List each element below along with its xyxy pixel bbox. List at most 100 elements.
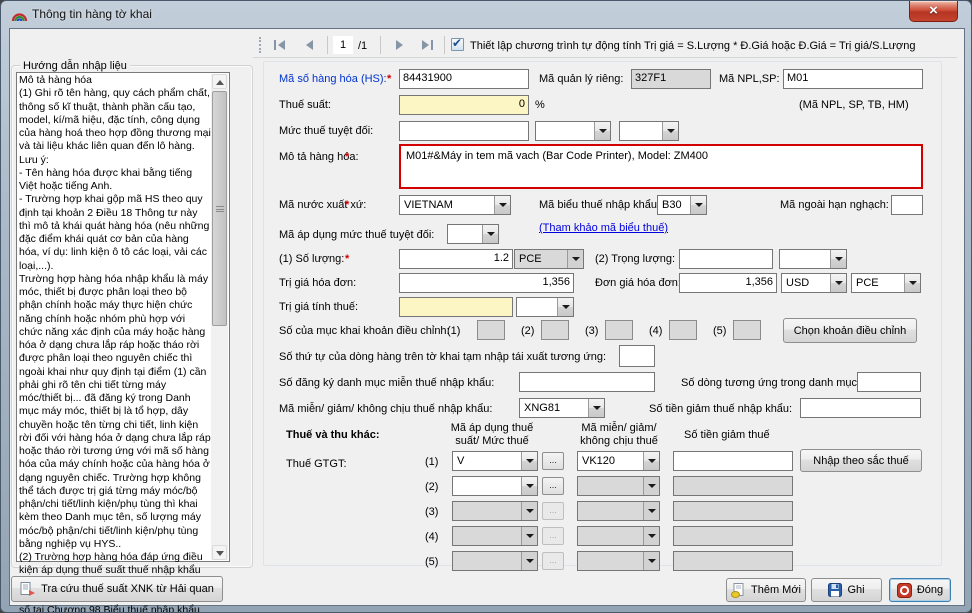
adjustment-box-4 [669, 320, 697, 340]
dropdown-arrow-icon [830, 250, 846, 268]
tax-more-button-5: ... [542, 552, 564, 570]
import-exempt-code-label: Mã miễn/ giảm/ không chịu thuế nhập khẩu… [279, 403, 492, 415]
tax-exempt-combo-1[interactable]: VK120 [577, 451, 660, 471]
dropdown-arrow-icon [830, 274, 846, 292]
first-record-button[interactable] [267, 36, 291, 54]
tax-exempt-combo-3 [577, 501, 660, 521]
private-code-input: 327F1 [631, 69, 711, 89]
tax-apply-combo-5 [452, 551, 538, 571]
absolute-tax-unit-combo[interactable] [535, 121, 611, 141]
dropdown-arrow-icon [521, 452, 537, 470]
scroll-thumb[interactable] [212, 91, 227, 326]
auto-calc-checkbox[interactable]: ✔ [451, 38, 464, 51]
dropdown-arrow-icon [521, 502, 537, 520]
dropdown-arrow-icon [904, 274, 920, 292]
toolbar-grip[interactable] [259, 37, 262, 53]
close-circle-icon [897, 583, 912, 598]
absolute-tax-label: Mức thuế tuyệt đối: [279, 125, 373, 137]
scroll-up-button[interactable] [212, 74, 227, 89]
close-button[interactable]: × [909, 1, 958, 22]
hs-code-label: Mã số hàng hóa (HS): [279, 73, 387, 85]
tax-exempt-combo-5 [577, 551, 660, 571]
add-new-button[interactable]: Thêm Mới [726, 578, 806, 602]
absolute-tax-input[interactable] [399, 121, 529, 141]
unit-price-unit-combo[interactable]: PCE [851, 273, 921, 293]
absolute-tax-currency-combo[interactable] [619, 121, 679, 141]
close-icon: × [929, 2, 938, 19]
adjustment-label: Số của mục khai khoản điều chỉnh: [279, 325, 450, 337]
weight-unit-combo[interactable] [779, 249, 847, 269]
tax-exempt-combo-4 [577, 526, 660, 546]
tariff-code-label: Mã biểu thuế nhập khẩu: [539, 199, 660, 211]
scroll-down-button[interactable] [212, 545, 227, 560]
invoice-value-input[interactable]: 1,356 [399, 273, 574, 293]
prev-record-button[interactable] [297, 36, 321, 54]
tax-apply-combo-3 [452, 501, 538, 521]
choose-adjustment-button[interactable]: Chọn khoản điều chỉnh [783, 318, 917, 343]
tax-row-index: (3) [425, 506, 438, 518]
record-total-label: /1 [358, 40, 367, 52]
unit-price-input[interactable]: 1,356 [679, 273, 777, 293]
absolute-tax-apply-combo[interactable] [447, 224, 499, 244]
taxable-value-unit-combo[interactable] [516, 297, 574, 317]
quantity-input[interactable]: 1.2 [399, 249, 513, 269]
check-icon: ✔ [452, 36, 462, 50]
origin-label: Mã nước xuất xứ: [279, 199, 366, 211]
tax-more-button-1[interactable]: ... [542, 452, 564, 470]
taxable-value-input[interactable] [399, 297, 513, 317]
weight-label: (2) Trọng lượng: [595, 253, 675, 265]
tax-rate-input[interactable]: 0 [399, 95, 529, 115]
npl-code-label: Mã NPL,SP: [719, 73, 780, 85]
current-record-box[interactable]: 1 [333, 36, 353, 54]
import-reduction-input[interactable] [800, 398, 921, 418]
tax-reduction-input-5 [673, 551, 793, 571]
quantity-unit-combo[interactable]: PCE [514, 249, 584, 269]
tax-row-index: (2) [425, 481, 438, 493]
exempt-line-input[interactable] [857, 372, 921, 392]
adjustment-index: (4) [649, 325, 662, 337]
guide-textarea[interactable]: Mô tả hàng hóa (1) Ghi rõ tên hàng, quy … [16, 72, 230, 562]
exempt-list-label: Số đăng ký danh mục miễn thuế nhập khẩu: [279, 377, 494, 389]
description-textarea[interactable]: M01#&Máy in tem mã vach (Bar Code Printe… [399, 144, 923, 189]
save-button[interactable]: Ghi [811, 578, 882, 602]
lookup-tariff-button[interactable]: Tra cứu thuế suất XNK từ Hải quan [11, 576, 223, 602]
dropdown-arrow-icon [643, 477, 659, 495]
dropdown-arrow-icon [643, 452, 659, 470]
tax-more-button-4: ... [542, 527, 564, 545]
currency-combo[interactable]: USD [781, 273, 847, 293]
close-form-button[interactable]: Đóng [889, 578, 951, 602]
import-exempt-code-combo[interactable]: XNG81 [519, 398, 605, 418]
dropdown-arrow-icon [662, 122, 678, 140]
tax-more-button-2[interactable]: ... [542, 477, 564, 495]
tax-apply-combo-2[interactable] [452, 476, 538, 496]
reduction-header: Số tiền giảm thuế [684, 429, 770, 441]
next-record-button[interactable] [387, 36, 411, 54]
required-mark: * [387, 73, 391, 85]
adjustment-box-1 [477, 320, 505, 340]
tax-exempt-combo-2 [577, 476, 660, 496]
quota-label: Mã ngoài hạn nghạch: [780, 199, 889, 211]
enter-by-tax-button[interactable]: Nhập theo sắc thuế [800, 449, 922, 472]
tax-row-index: (1) [425, 456, 438, 468]
origin-combo[interactable]: VIETNAM [399, 195, 511, 215]
adjustment-box-3 [605, 320, 633, 340]
reexport-line-input[interactable] [619, 345, 655, 367]
app-rainbow-icon [11, 8, 28, 22]
tax-apply-combo-1[interactable]: V [452, 451, 538, 471]
quota-input[interactable] [891, 195, 923, 215]
next-record-icon [396, 40, 403, 50]
last-record-button[interactable] [415, 36, 439, 54]
exempt-line-label: Số dòng tương ứng trong danh mục: [681, 377, 860, 389]
tariff-code-combo[interactable]: B30 [657, 195, 707, 215]
hs-code-input[interactable]: 84431900 [399, 69, 529, 89]
toolbar-separator [327, 36, 328, 54]
percent-label: % [535, 99, 545, 111]
exempt-list-input[interactable] [519, 372, 655, 392]
weight-input[interactable] [679, 249, 773, 269]
guide-scrollbar[interactable] [211, 74, 228, 560]
tax-reduction-input-1[interactable] [673, 451, 793, 471]
tariff-ref-link[interactable]: (Tham khảo mã biểu thuế) [539, 222, 668, 234]
adjustment-index: (5) [713, 325, 726, 337]
npl-code-input[interactable]: M01 [783, 69, 923, 89]
adjustment-box-2 [541, 320, 569, 340]
